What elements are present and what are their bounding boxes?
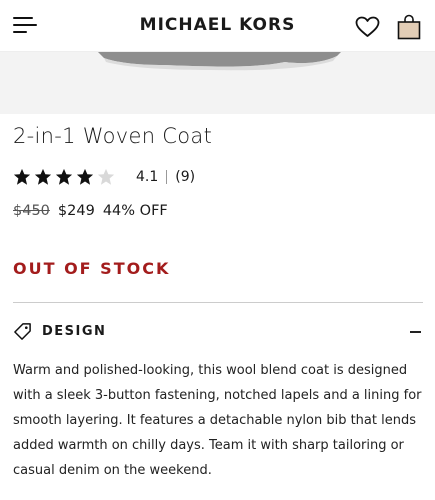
stock-status: OUT OF STOCK [13,259,171,278]
heart-icon[interactable] [355,16,380,38]
original-price: $450 [13,203,50,219]
design-accordion-header[interactable]: DESIGN [13,322,423,344]
collapse-icon[interactable] [410,331,421,333]
star-filled-icon [34,168,52,185]
review-count-link[interactable]: (9) [175,169,195,185]
star-filled-icon [13,168,31,185]
top-header: MICHAEL KORS [0,0,435,52]
star-rating [13,168,118,186]
design-label: DESIGN [42,324,107,339]
rating-row[interactable]: 4.1 (9) [13,167,195,187]
discount-badge: 44% OFF [102,203,168,219]
section-divider [13,302,423,303]
sale-price: $249 [57,203,95,219]
coat-hem-image [98,52,341,71]
star-filled-icon [76,168,94,185]
product-image[interactable] [0,52,435,114]
design-description: Warm and polished-looking, this wool ble… [13,363,422,478]
price-row: $450 $249 44% OFF [13,203,168,219]
star-filled-icon [55,168,73,185]
shopping-bag-icon[interactable] [397,14,421,40]
rating-value: 4.1 [136,169,159,185]
product-title: 2-in-1 Woven Coat [13,124,213,148]
tag-icon [14,323,31,340]
rating-divider [166,170,168,184]
star-empty-icon [97,168,115,185]
